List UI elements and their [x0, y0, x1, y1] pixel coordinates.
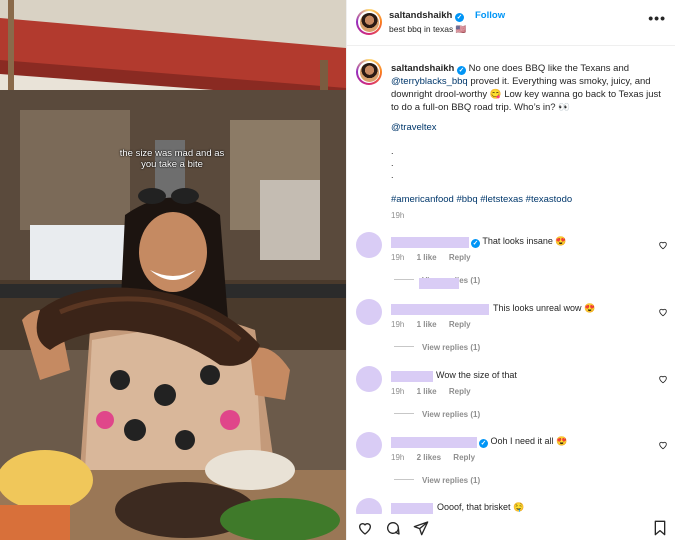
- caption-username[interactable]: saltandshaikh: [391, 63, 454, 74]
- comment-meta: 19h 2 likes Reply: [391, 453, 476, 462]
- author-avatar[interactable]: [356, 9, 382, 35]
- share-icon[interactable]: [413, 520, 429, 536]
- comment-meta: 19h 1 like Reply: [391, 387, 471, 396]
- caption-text: saltandshaikh ✓ No one does BBQ like the…: [391, 63, 661, 113]
- caption-author-avatar[interactable]: [356, 59, 382, 85]
- verified-badge-icon: ✓: [471, 239, 480, 248]
- comment-item: ✓ Ooh I need it all 😍 19h 2 likes Reply …: [347, 432, 675, 492]
- caption-dot: .: [391, 146, 394, 156]
- more-options-icon[interactable]: •••: [648, 10, 666, 26]
- post-photo: [0, 0, 346, 540]
- comment-text: Oooof, that brisket 🤤: [437, 502, 525, 512]
- redacted-username[interactable]: [391, 503, 433, 514]
- comment-text: ✓ Ooh I need it all 😍: [479, 436, 568, 448]
- comment-item: This looks unreal wow 😍 19h 1 like Reply…: [347, 299, 675, 359]
- verified-badge-icon: ✓: [479, 439, 488, 448]
- comment-text: Wow the size of that: [436, 370, 517, 380]
- bookmark-icon[interactable]: [653, 520, 667, 536]
- redacted-username[interactable]: [391, 237, 469, 248]
- caption-tagged-account-link[interactable]: @traveltex: [391, 122, 437, 133]
- comment-text: This looks unreal wow 😍: [493, 303, 596, 313]
- comment-icon[interactable]: [385, 520, 401, 536]
- post-side-panel: saltandshaikh ✓ Follow best bbq in texas…: [346, 0, 675, 540]
- verified-badge-icon: ✓: [455, 13, 464, 22]
- comment-item: ✓ That looks insane 😍 19h 1 like Reply V…: [347, 232, 675, 292]
- post-header: saltandshaikh ✓ Follow best bbq in texas…: [347, 0, 675, 46]
- commenter-avatar[interactable]: [356, 366, 382, 392]
- redacted-overlay: [419, 278, 459, 289]
- follow-button[interactable]: Follow: [475, 10, 505, 21]
- comment-text: ✓ That looks insane 😍: [471, 236, 567, 248]
- post-action-bar: [347, 514, 675, 540]
- view-replies-button[interactable]: View replies (1): [394, 476, 480, 485]
- redacted-username[interactable]: [391, 437, 477, 448]
- view-replies-button[interactable]: View replies (1): [394, 410, 480, 419]
- comment-like-heart-icon[interactable]: [658, 240, 668, 250]
- verified-badge-icon: ✓: [457, 66, 466, 75]
- comment-like-heart-icon[interactable]: [658, 374, 668, 384]
- commenter-avatar[interactable]: [356, 432, 382, 458]
- view-replies-button[interactable]: View replies (1): [394, 343, 480, 352]
- media-overlay-caption: the size was mad and as you take a bite: [119, 148, 225, 170]
- author-username[interactable]: saltandshaikh ✓: [389, 10, 464, 22]
- commenter-avatar[interactable]: [356, 299, 382, 325]
- caption-dot: .: [391, 158, 394, 168]
- commenter-avatar[interactable]: [356, 232, 382, 258]
- heart-icon[interactable]: [357, 520, 373, 536]
- commenter-avatar[interactable]: [356, 498, 382, 514]
- comment-item: Wow the size of that 19h 1 like Reply Vi…: [347, 366, 675, 426]
- caption-mention-link[interactable]: @terryblacks_bbq: [391, 76, 468, 87]
- comment-item: Oooof, that brisket 🤤: [347, 498, 675, 514]
- redacted-username[interactable]: [391, 304, 489, 315]
- caption-hashtags[interactable]: #americanfood #bbq #letstexas #texastodo: [391, 194, 572, 205]
- post-media[interactable]: the size was mad and as you take a bite: [0, 0, 346, 540]
- redacted-username[interactable]: [391, 371, 433, 382]
- caption-dot: .: [391, 170, 394, 180]
- comment-meta: 19h 1 like Reply: [391, 253, 471, 262]
- caption-timestamp[interactable]: 19h: [391, 211, 404, 220]
- comment-like-heart-icon[interactable]: [658, 440, 668, 450]
- comment-meta: 19h 1 like Reply: [391, 320, 471, 329]
- comment-like-heart-icon[interactable]: [658, 307, 668, 317]
- post-location[interactable]: best bbq in texas 🇺🇸: [389, 24, 466, 35]
